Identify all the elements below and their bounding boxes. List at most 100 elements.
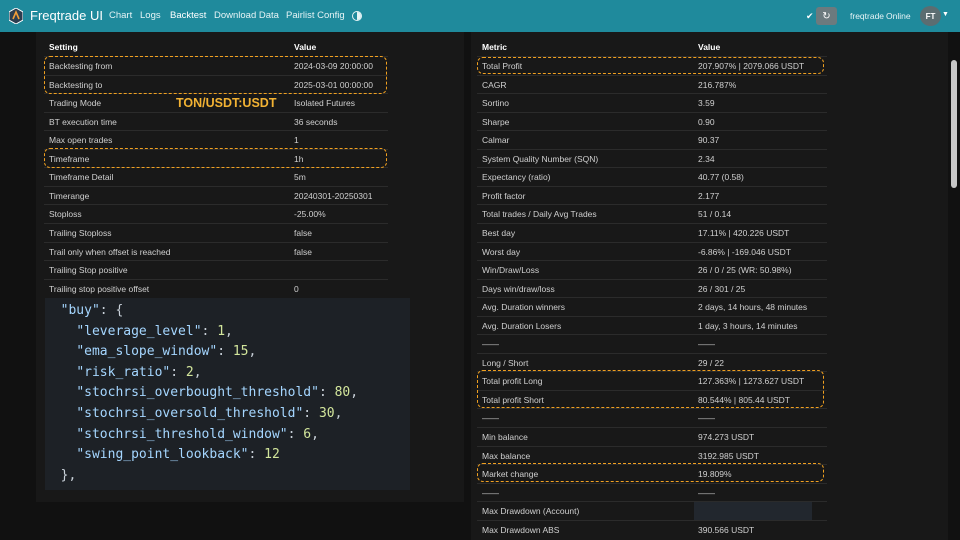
row-divider — [477, 223, 827, 224]
metric-label: Avg. Duration Losers — [482, 321, 562, 331]
scrollbar[interactable] — [951, 60, 957, 188]
setting-label: Trailing Stop positive — [49, 265, 128, 275]
row-divider — [477, 353, 827, 354]
code-param-line: "swing_point_lookback": 12 — [76, 447, 280, 463]
setting-value: 0 — [294, 284, 299, 294]
brand-title[interactable]: Freqtrade UI — [30, 8, 103, 23]
row-divider — [477, 93, 827, 94]
bot-name[interactable]: freqtrade — [850, 11, 884, 21]
header-metric-value: Value — [698, 42, 721, 52]
redacted-value — [694, 502, 812, 520]
avatar[interactable]: FT — [920, 6, 941, 26]
code-param-line: "stochrsi_threshold_window": 6, — [76, 426, 319, 442]
nav-pairlist-config[interactable]: Pairlist Config — [286, 10, 345, 21]
metric-label: Best day — [482, 228, 516, 238]
metric-label: Long / Short — [482, 358, 529, 368]
metric-value: —— — [698, 488, 715, 498]
metric-label: Days win/draw/loss — [482, 284, 555, 294]
caret-down-icon[interactable]: ▼ — [942, 11, 949, 18]
code-param-line: "stochrsi_overbought_threshold": 80, — [76, 385, 359, 401]
metric-label: —— — [482, 413, 499, 423]
setting-value: -25.00% — [294, 209, 326, 219]
nav-chart[interactable]: Chart — [109, 10, 132, 21]
row-divider — [44, 186, 388, 187]
metric-label: Calmar — [482, 135, 510, 145]
metric-value: 2.177 — [698, 191, 720, 201]
metric-label: Max Drawdown ABS — [482, 525, 560, 535]
metric-label: CAGR — [482, 80, 507, 90]
metric-value: 90.37 — [698, 135, 720, 145]
header-setting: Setting — [49, 42, 78, 52]
code-line-open: "buy": { — [60, 303, 124, 318]
metric-label: Sharpe — [482, 117, 510, 127]
row-divider — [477, 242, 827, 243]
row-divider — [477, 297, 827, 298]
row-divider — [477, 112, 827, 113]
theme-toggle-icon[interactable] — [352, 11, 362, 21]
row-divider — [477, 75, 827, 76]
metric-label: Max balance — [482, 451, 531, 461]
metric-label: System Quality Number (SQN) — [482, 154, 599, 164]
metric-value: 2.34 — [698, 154, 715, 164]
code-param-value: 1 — [217, 323, 226, 339]
setting-label: Trailing Stoploss — [49, 228, 112, 238]
metric-label: Profit factor — [482, 191, 526, 201]
highlight-market-change — [477, 463, 824, 482]
row-divider — [477, 186, 827, 187]
nav-download-data[interactable]: Download Data — [214, 10, 279, 21]
row-divider — [477, 408, 827, 409]
metric-value: 3192.985 USDT — [698, 451, 759, 461]
metric-value: 0.90 — [698, 117, 715, 127]
highlight-backtest-range — [44, 56, 387, 94]
code-param-value: 80 — [334, 385, 351, 401]
header-value: Value — [294, 42, 317, 52]
row-divider — [477, 167, 827, 168]
code-param-key: "stochrsi_threshold_window" — [76, 426, 288, 442]
metric-value: 2 days, 14 hours, 48 minutes — [698, 302, 808, 312]
freqtrade-logo[interactable] — [9, 8, 23, 24]
setting-label: Trading Mode — [49, 98, 102, 108]
metric-label: Avg. Duration winners — [482, 302, 565, 312]
row-divider — [44, 204, 388, 205]
code-close: }, — [60, 467, 77, 483]
code-line-close: }, — [45, 466, 410, 487]
metric-value: 29 / 22 — [698, 358, 724, 368]
row-divider — [477, 149, 827, 150]
metric-value: 51 / 0.14 — [698, 209, 732, 219]
row-divider — [477, 204, 827, 205]
nav-logs[interactable]: Logs — [140, 10, 161, 21]
row-divider — [477, 316, 827, 317]
metric-value: 26 / 0 / 25 (WR: 50.98%) — [698, 265, 792, 275]
row-divider — [44, 223, 388, 224]
code-param-value: 6 — [303, 426, 312, 442]
refresh-icon: ↻ — [822, 10, 831, 22]
setting-label: Trailing stop positive offset — [49, 284, 150, 294]
row-divider — [477, 260, 827, 261]
row-divider — [477, 130, 827, 131]
setting-label: Timeframe Detail — [49, 172, 114, 182]
code-key: "buy" — [60, 303, 100, 318]
setting-value: 20240301-20250301 — [294, 191, 373, 201]
metric-value: 17.11% | 420.226 USDT — [698, 228, 790, 238]
refresh-button[interactable]: ↻ — [816, 7, 837, 25]
metric-label: Expectancy (ratio) — [482, 172, 551, 182]
setting-value: 5m — [294, 172, 306, 182]
code-param-key: "swing_point_lookback" — [76, 447, 249, 463]
code-param-line: "risk_ratio": 2, — [76, 364, 202, 380]
metric-label: —— — [482, 339, 499, 349]
setting-value: false — [294, 228, 312, 238]
row-divider — [44, 260, 388, 261]
highlight-timeframe — [44, 148, 387, 168]
metric-label: Total trades / Daily Avg Trades — [482, 209, 597, 219]
highlight-total-profit — [477, 57, 824, 74]
metric-value: 1 day, 3 hours, 14 minutes — [698, 321, 798, 331]
nav-backtest[interactable]: Backtest — [170, 10, 206, 21]
code-param-line: "ema_slope_window": 15, — [76, 344, 257, 360]
strategy-params-code: "buy": { "leverage_level": 1, "ema_slope… — [45, 298, 410, 490]
metric-value: —— — [698, 413, 715, 423]
row-divider — [44, 130, 388, 131]
metric-label: Sortino — [482, 98, 509, 108]
metric-label: Max Drawdown (Account) — [482, 506, 580, 516]
metric-label: Min balance — [482, 432, 528, 442]
bot-status: Online — [886, 11, 911, 21]
